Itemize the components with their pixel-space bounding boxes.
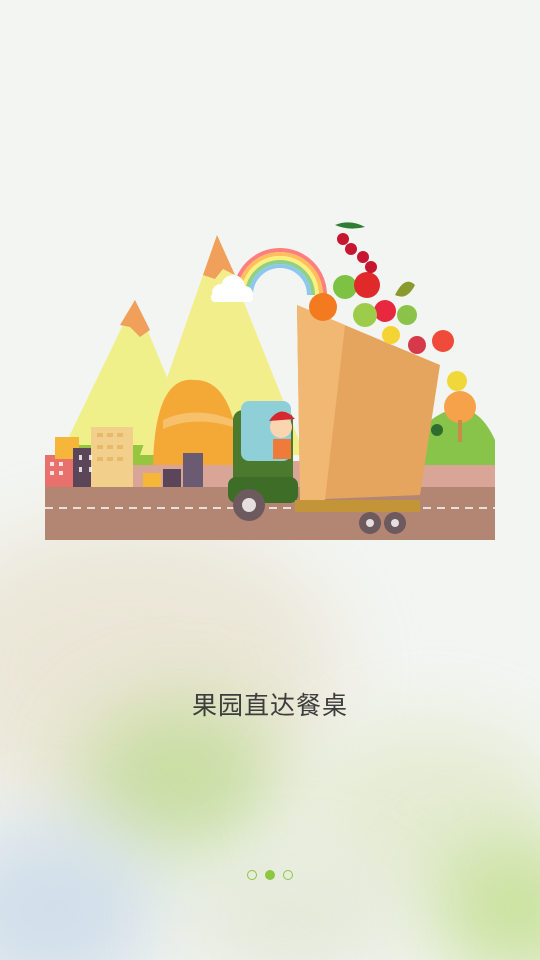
page-dot-1[interactable] [247, 870, 257, 880]
tagline: 果园直达餐桌 [191, 691, 348, 720]
page-dot-3[interactable] [283, 870, 293, 880]
page-indicator [0, 870, 540, 880]
fruit-delivery-illustration [45, 222, 495, 540]
page-dot-2[interactable] [265, 870, 275, 880]
tree [444, 391, 476, 423]
